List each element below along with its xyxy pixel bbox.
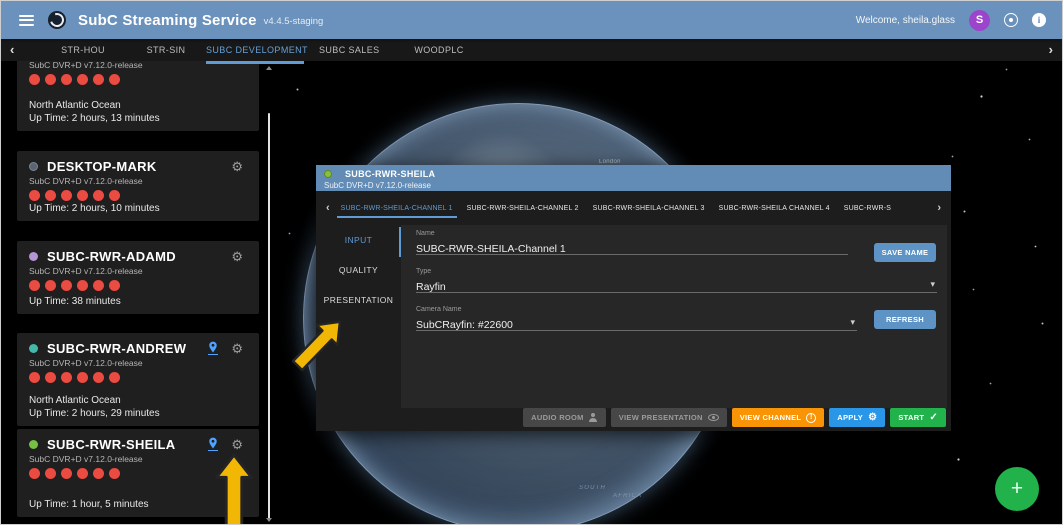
tab-subc-sales[interactable]: SUBC SALES (319, 39, 379, 61)
site-tab-bar: ‹ STR-HOU STR-SIN SUBC DEVELOPMENT SUBC … (1, 39, 1062, 61)
device-uptime: Up Time: 38 minutes (29, 296, 121, 307)
locate-icon[interactable] (1004, 13, 1018, 27)
chevron-right-icon[interactable]: › (933, 202, 945, 214)
save-name-button[interactable]: SAVE NAME (874, 243, 936, 262)
tab-channel-5-truncated[interactable]: SUBC-RWR-S (844, 197, 891, 220)
device-name: SUBC-RWR-SHEILA (47, 437, 175, 452)
device-version: SubC DVR+D v7.12.0-release (29, 266, 249, 276)
type-value[interactable]: Rayfin (416, 281, 446, 293)
gear-icon: ⚙ (868, 413, 877, 423)
status-dot (29, 440, 38, 449)
settings-gear-icon[interactable]: ⚙ (231, 250, 243, 263)
device-version: SubC DVR+D v7.12.0-release (29, 176, 249, 186)
tab-subc-development[interactable]: SUBC DEVELOPMENT (206, 39, 304, 61)
map-view: London Paris Madrid Milan North Atlantic… (1, 61, 1062, 524)
channel-health-dots (29, 280, 249, 291)
dropdown-caret-icon[interactable]: ▾ (930, 279, 935, 290)
dialog-footer: AUDIO ROOM VIEW PRESENTATION VIEW CHANNE… (316, 408, 946, 427)
audio-room-button[interactable]: AUDIO ROOM (523, 408, 606, 427)
map-ocean-label: AFRICA (613, 493, 642, 499)
input-panel: Name SUBC-RWR-SHEILA-Channel 1 SAVE NAME… (401, 225, 947, 408)
scrollbar-thumb[interactable] (268, 113, 270, 519)
tab-woodplc[interactable]: WOODPLC (411, 39, 467, 61)
refresh-button[interactable]: REFRESH (874, 310, 936, 329)
name-value[interactable]: SUBC-RWR-SHEILA-Channel 1 (416, 243, 566, 255)
audio-room-person-icon (589, 413, 598, 422)
device-card-subc-rwr-adamd[interactable]: SUBC-RWR-ADAMD ⚙ SubC DVR+D v7.12.0-rele… (17, 241, 259, 314)
dropdown-caret-icon[interactable]: ▾ (850, 317, 855, 328)
dialog-subtitle: SubC DVR+D v7.12.0-release (324, 181, 943, 190)
app-bar: SubC Streaming Service v4.4.5-staging We… (1, 1, 1062, 39)
eye-icon (708, 414, 719, 421)
type-field[interactable]: Type Rayfin ▾ (416, 268, 937, 293)
device-uptime: Up Time: 2 hours, 29 minutes (29, 408, 160, 419)
channel-health-dots (29, 74, 249, 85)
channel-health-dots (29, 372, 249, 383)
nav-quality[interactable]: QUALITY (316, 255, 401, 285)
chevron-left-icon[interactable]: ‹ (322, 202, 334, 214)
camera-name-value[interactable]: SubCRayfin: #22600 (416, 319, 513, 331)
add-device-button[interactable]: + (995, 467, 1039, 511)
device-uptime: Up Time: 1 hour, 5 minutes (29, 499, 149, 510)
camera-name-field[interactable]: Camera Name SubCRayfin: #22600 ▾ (416, 306, 857, 331)
tab-str-sin[interactable]: STR-SIN (143, 39, 189, 61)
device-card-subc-rwr-andrew[interactable]: SUBC-RWR-ANDREW ⚙ SubC DVR+D v7.12.0-rel… (17, 333, 259, 426)
tab-channel-1[interactable]: SUBC-RWR-SHEILA-CHANNEL 1 (341, 197, 453, 220)
chevron-right-icon[interactable]: › (1049, 39, 1053, 61)
tab-str-hou[interactable]: STR-HOU (53, 39, 113, 61)
scroll-up-icon[interactable] (266, 66, 272, 70)
device-uptime: Up Time: 2 hours, 13 minutes (29, 113, 160, 124)
channel-health-dots (29, 190, 249, 201)
status-dot (29, 252, 38, 261)
name-field[interactable]: Name SUBC-RWR-SHEILA-Channel 1 (416, 230, 848, 255)
subc-streaming-app: SubC Streaming Service v4.4.5-staging We… (0, 0, 1063, 525)
device-card-partial[interactable]: SubC DVR+D v7.12.0-release North Atlanti… (17, 61, 259, 131)
tutorial-arrow-gear (214, 453, 254, 524)
device-name: SUBC-RWR-ANDREW (47, 341, 186, 356)
view-channel-button[interactable]: VIEW CHANNEL ! (732, 408, 825, 427)
tab-channel-2[interactable]: SUBC-RWR-SHEILA-CHANNEL 2 (467, 197, 579, 220)
device-card-desktop-mark[interactable]: DESKTOP-MARK ⚙ SubC DVR+D v7.12.0-releas… (17, 151, 259, 221)
app-version: v4.4.5-staging (264, 16, 324, 27)
location-pin-icon[interactable] (208, 437, 218, 451)
dialog-title: SUBC-RWR-SHEILA (345, 169, 435, 179)
tab-channel-4[interactable]: SUBC-RWR-SHEILA CHANNEL 4 (719, 197, 830, 220)
app-title: SubC Streaming Service (78, 12, 257, 29)
tab-channel-3[interactable]: SUBC-RWR-SHEILA-CHANNEL 3 (593, 197, 705, 220)
device-version: SubC DVR+D v7.12.0-release (29, 358, 249, 368)
device-location: North Atlantic Ocean (29, 395, 121, 406)
device-name: DESKTOP-MARK (47, 159, 157, 174)
alert-icon: ! (806, 413, 816, 423)
info-icon[interactable]: i (1032, 13, 1046, 27)
nav-input[interactable]: INPUT (316, 225, 401, 255)
location-pin-icon[interactable] (208, 341, 218, 355)
sidebar-scrollbar[interactable] (263, 61, 275, 524)
settings-gear-icon[interactable]: ⚙ (231, 438, 243, 451)
status-dot (29, 162, 38, 171)
apply-button[interactable]: APPLY ⚙ (829, 408, 885, 427)
view-presentation-button[interactable]: VIEW PRESENTATION (611, 408, 727, 427)
device-name: SUBC-RWR-ADAMD (47, 249, 176, 264)
check-icon: ✓ (929, 413, 938, 423)
start-button[interactable]: START ✓ (890, 408, 946, 427)
menu-icon[interactable] (19, 15, 34, 26)
map-ocean-label: SOUTH (579, 485, 606, 491)
settings-gear-icon[interactable]: ⚙ (231, 342, 243, 355)
avatar[interactable]: S (969, 10, 990, 31)
device-location: North Atlantic Ocean (29, 100, 121, 111)
chevron-left-icon[interactable]: ‹ (10, 39, 14, 61)
settings-gear-icon[interactable]: ⚙ (231, 160, 243, 173)
scroll-down-icon[interactable] (266, 518, 272, 522)
device-uptime: Up Time: 2 hours, 10 minutes (29, 203, 160, 214)
welcome-text: Welcome, sheila.glass (856, 15, 955, 26)
channel-tab-bar: ‹ SUBC-RWR-SHEILA-CHANNEL 1 SUBC-RWR-SHE… (316, 191, 951, 225)
dialog-header: SUBC-RWR-SHEILA SubC DVR+D v7.12.0-relea… (316, 165, 951, 191)
device-settings-dialog: SUBC-RWR-SHEILA SubC DVR+D v7.12.0-relea… (316, 165, 951, 431)
status-dot (324, 170, 332, 178)
status-dot (29, 344, 38, 353)
subc-logo-icon (48, 11, 66, 29)
